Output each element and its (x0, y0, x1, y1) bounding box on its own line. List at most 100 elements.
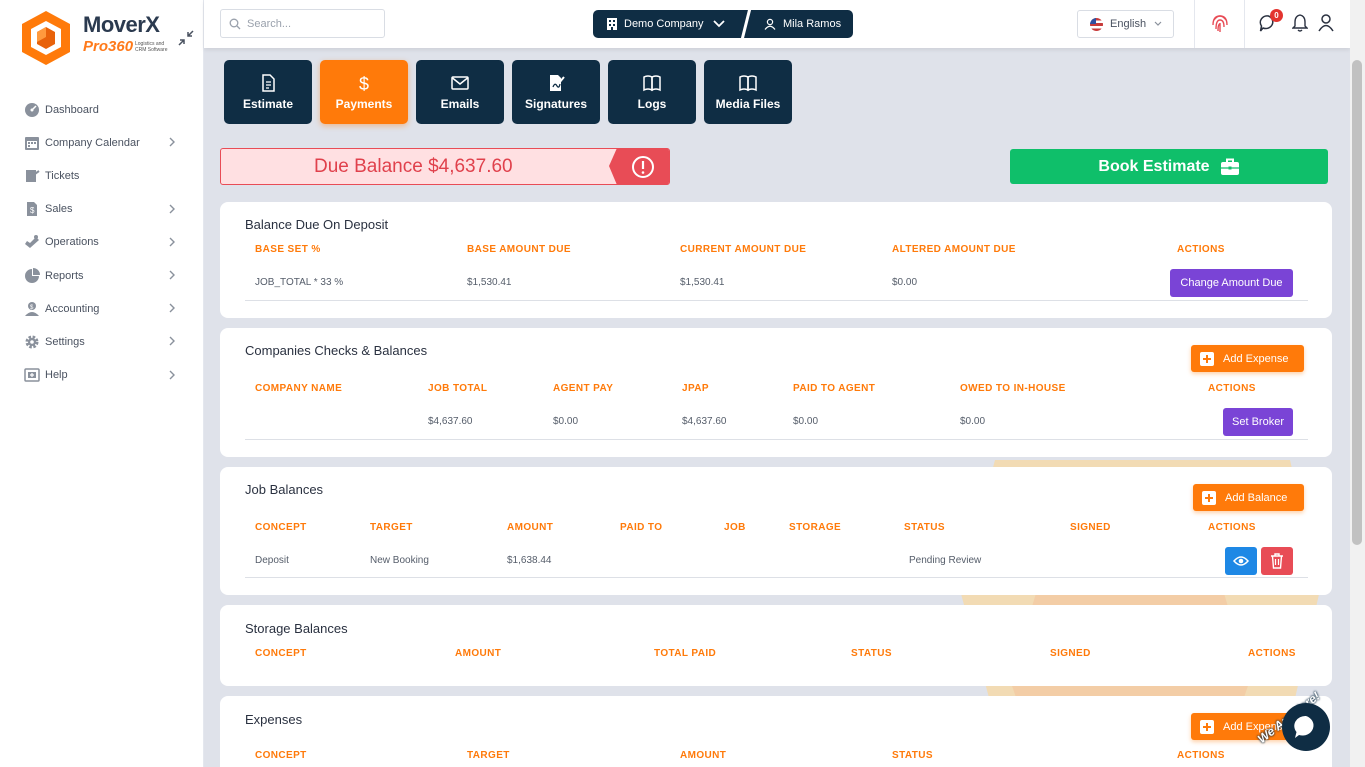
sidebar-item-operations[interactable]: Operations (0, 226, 204, 259)
row-divider (245, 439, 1308, 440)
trash-icon (1271, 553, 1283, 569)
table-cell: $4,637.60 (682, 416, 727, 427)
bell-icon[interactable] (1292, 14, 1308, 32)
search-box[interactable] (220, 9, 385, 38)
user-menu[interactable]: Mila Ramos (740, 10, 853, 38)
sidebar-item-company-calendar[interactable]: Company Calendar (0, 126, 204, 159)
table-cell: $0.00 (892, 277, 918, 288)
set-broker-button[interactable]: Set Broker (1223, 408, 1293, 436)
gear-icon (25, 335, 39, 349)
profile-icon[interactable] (1318, 14, 1334, 32)
svg-text:$: $ (30, 206, 35, 215)
tab-payments[interactable]: $ Payments (320, 60, 408, 124)
scrollbar-thumb[interactable] (1352, 60, 1362, 545)
table-cell: $0.00 (793, 416, 819, 427)
tab-estimate[interactable]: Estimate (224, 60, 312, 124)
calendar-icon (25, 136, 39, 150)
brand-tagline: Logistics and CRM Software (135, 41, 168, 53)
view-button[interactable] (1225, 547, 1257, 575)
collapse-icon[interactable] (178, 30, 194, 46)
language-label: English (1110, 18, 1147, 30)
sidebar-item-sales[interactable]: $ Sales (0, 193, 204, 226)
column-header: TOTAL PAID (654, 648, 717, 659)
dollar-icon: $ (359, 74, 369, 92)
sidebar-item-label: Sales (45, 203, 73, 216)
divider-slash (740, 8, 752, 40)
dashboard-icon (25, 102, 39, 117)
column-header: JOB TOTAL (428, 383, 488, 394)
us-flag-icon (1090, 17, 1103, 31)
user-icon (764, 18, 776, 30)
column-header: STATUS (904, 522, 945, 533)
envelope-icon (451, 75, 469, 90)
book-estimate-button[interactable]: Book Estimate (1010, 149, 1328, 184)
expenses-card: Expenses Add Expense CONCEPT TARGET AMOU… (220, 696, 1332, 767)
storage-balances-card: Storage Balances CONCEPT AMOUNT TOTAL PA… (220, 605, 1332, 686)
button-label: Add Balance (1225, 491, 1288, 504)
status-text: Pending Review (909, 555, 982, 566)
topbar-divider (1194, 0, 1195, 48)
table-cell: New Booking (370, 555, 429, 566)
column-header: SIGNED (1070, 522, 1111, 533)
chat-icon (1294, 715, 1314, 738)
tab-signatures[interactable]: Signatures (512, 60, 600, 124)
briefcase-icon (1220, 158, 1239, 175)
column-header: JOB (724, 522, 746, 533)
sidebar-item-tickets[interactable]: Tickets (0, 159, 204, 192)
tab-label: Estimate (242, 96, 294, 111)
company-selector[interactable]: Demo Company (593, 10, 747, 38)
chat-widget-button[interactable] (1282, 703, 1330, 751)
sidebar-item-label: Company Calendar (45, 136, 140, 149)
table-cell: $1,638.44 (507, 555, 552, 566)
sidebar-item-dashboard[interactable]: Dashboard (0, 93, 204, 126)
column-header: ACTIONS (1248, 648, 1296, 659)
sidebar-item-help[interactable]: Help (0, 359, 204, 392)
plus-icon (1200, 351, 1214, 366)
sidebar-item-label: Reports (45, 269, 84, 282)
ticket-icon (26, 169, 40, 182)
plus-icon (1202, 490, 1216, 505)
table-cell: JOB_TOTAL * 33 % (255, 277, 344, 288)
sidebar: MoverX Pro360 Logistics and CRM Software… (0, 0, 204, 767)
column-header: CONCEPT (255, 522, 307, 533)
balance-due-on-deposit-card: Balance Due On Deposit BASE SET % BASE A… (220, 202, 1332, 318)
column-header: AMOUNT (680, 750, 727, 761)
card-title: Companies Checks & Balances (245, 343, 428, 358)
sidebar-item-accounting[interactable]: $ Accounting (0, 292, 204, 325)
logo[interactable]: MoverX Pro360 Logistics and CRM Software (17, 9, 187, 69)
sidebar-item-settings[interactable]: Settings (0, 325, 204, 358)
column-header: OWED TO IN-HOUSE (960, 383, 1066, 394)
column-header: ACTIONS (1208, 383, 1256, 394)
add-expense-button[interactable]: Add Expense (1191, 345, 1304, 372)
column-header: CURRENT AMOUNT DUE (680, 244, 807, 255)
book-estimate-label: Book Estimate (1098, 157, 1210, 175)
column-header: SIGNED (1050, 648, 1091, 659)
chevron-right-icon (169, 270, 175, 280)
tab-label: Media Files (715, 96, 781, 111)
search-icon (229, 18, 241, 29)
tab-emails[interactable]: Emails (416, 60, 504, 124)
row-divider (245, 577, 1308, 578)
chevron-right-icon (169, 370, 175, 379)
change-amount-due-button[interactable]: Change Amount Due (1170, 269, 1293, 297)
search-input[interactable] (247, 17, 377, 30)
column-header: ACTIONS (1177, 244, 1225, 255)
delete-button[interactable] (1261, 547, 1293, 575)
add-balance-button[interactable]: Add Balance (1193, 484, 1304, 511)
table-cell: $1,530.41 (467, 277, 512, 288)
tab-logs[interactable]: Logs (608, 60, 696, 124)
column-header: ACTIONS (1177, 750, 1225, 761)
sidebar-item-reports[interactable]: Reports (0, 259, 204, 292)
chevron-right-icon (169, 137, 175, 147)
language-selector[interactable]: English (1077, 10, 1174, 38)
building-icon (607, 18, 617, 30)
tab-media-files[interactable]: Media Files (704, 60, 792, 124)
brand-title: MoverX (83, 12, 160, 37)
tab-label: Signatures (524, 96, 587, 111)
fingerprint-icon[interactable] (1210, 12, 1230, 34)
tab-label: Emails (440, 96, 480, 111)
column-header: PAID TO (620, 522, 663, 533)
sidebar-item-label: Tickets (45, 169, 80, 182)
due-balance-text: Due Balance $4,637.60 (314, 156, 513, 177)
sidebar-item-label: Dashboard (45, 103, 99, 116)
